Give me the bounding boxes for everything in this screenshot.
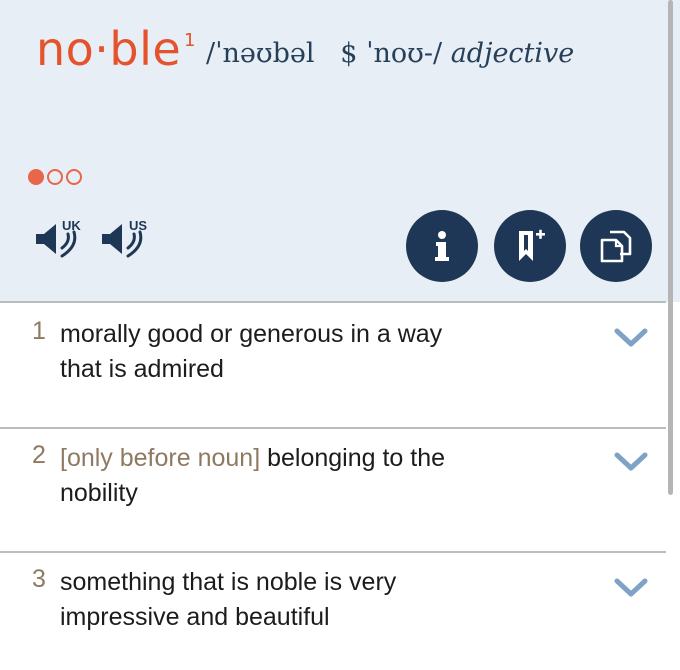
sense-number: 2 bbox=[32, 441, 46, 469]
sense-row-2[interactable]: 2 [only before noun] belonging to the no… bbox=[0, 429, 666, 551]
add-bookmark-button[interactable] bbox=[494, 210, 566, 282]
frequency-dot-empty bbox=[47, 169, 63, 185]
pronunciation: /ˈnəʊbəl $ ˈnoʊ-/ adjective bbox=[206, 38, 574, 69]
sense-text: morally good or generous in a way that i… bbox=[60, 320, 443, 383]
us-label: US bbox=[129, 218, 147, 233]
speaker-icon: UK bbox=[36, 218, 81, 258]
homograph-number: 1 bbox=[184, 30, 196, 51]
sense-number: 1 bbox=[32, 317, 46, 345]
info-icon bbox=[435, 231, 449, 261]
pronunciation-separator: $ bbox=[340, 38, 358, 69]
speaker-icon: US bbox=[102, 218, 147, 258]
uk-audio-button[interactable]: UK bbox=[34, 218, 96, 262]
pronunciation-us: ˈnoʊ-/ bbox=[366, 38, 443, 69]
sense-definition: [only before noun] belonging to the nobi… bbox=[60, 441, 480, 511]
chevron-down-icon[interactable] bbox=[614, 451, 648, 473]
sense-definition: morally good or generous in a way that i… bbox=[60, 317, 480, 387]
headword: no·ble bbox=[36, 22, 182, 76]
sense-definition: something that is noble is very impressi… bbox=[60, 565, 480, 635]
us-audio-button[interactable]: US bbox=[100, 218, 162, 262]
copy-button[interactable] bbox=[580, 210, 652, 282]
info-button[interactable] bbox=[406, 210, 478, 282]
sense-text: something that is noble is very impressi… bbox=[60, 568, 397, 631]
chevron-down-icon[interactable] bbox=[614, 327, 648, 349]
chevron-down-icon[interactable] bbox=[614, 577, 648, 599]
scrollbar[interactable] bbox=[668, 0, 673, 495]
sense-row-1[interactable]: 1 morally good or generous in a way that… bbox=[0, 303, 666, 427]
part-of-speech: adjective bbox=[450, 38, 575, 69]
sense-number: 3 bbox=[32, 565, 46, 593]
frequency-dot-empty bbox=[66, 169, 82, 185]
frequency-indicator bbox=[28, 169, 82, 185]
bookmark-add-icon bbox=[519, 229, 545, 261]
copy-icon bbox=[600, 230, 632, 263]
pronunciation-uk: /ˈnəʊbəl bbox=[206, 38, 315, 69]
grammar-label: [only before noun] bbox=[60, 444, 261, 472]
uk-label: UK bbox=[62, 218, 81, 233]
sense-row-3[interactable]: 3 something that is noble is very impres… bbox=[0, 553, 666, 670]
entry-header: no·ble 1 /ˈnəʊbəl $ ˈnoʊ-/ adjective UK … bbox=[0, 0, 680, 302]
frequency-dot-filled bbox=[28, 169, 44, 185]
